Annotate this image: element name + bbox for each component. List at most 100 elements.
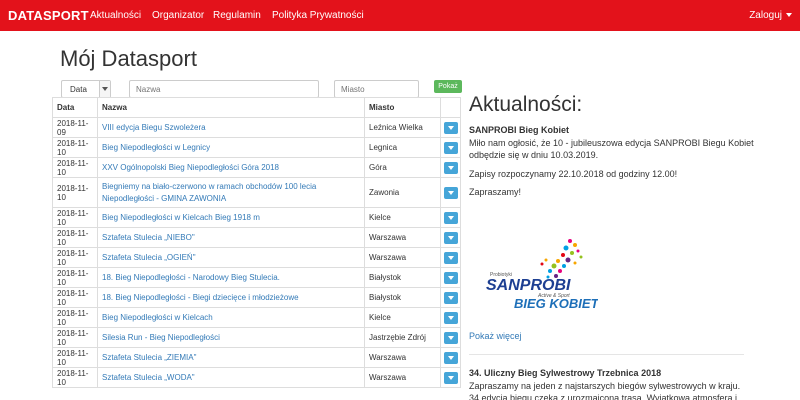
sanprobi-bieg-kobiet-logo: Probiotyki SANPROBI Active & Sport BIEG …: [486, 239, 598, 311]
news-headline[interactable]: 34. Uliczny Bieg Sylwestrowy Trzebnica 2…: [469, 368, 661, 378]
event-date: 2018-11-10: [52, 367, 98, 388]
show-more-link[interactable]: Pokaż więcej: [469, 331, 522, 341]
chevron-down-icon[interactable]: [99, 81, 110, 97]
nav-item-polityka[interactable]: Polityka Prywatności: [272, 10, 364, 21]
caret-down-icon: [786, 13, 792, 18]
chevron-down-icon[interactable]: [443, 351, 458, 364]
event-date: 2018-11-10: [52, 267, 98, 288]
event-date: 2018-11-10: [52, 207, 98, 228]
table-row: 2018-11-10 18. Bieg Niepodległości - Bieg…: [52, 287, 461, 308]
event-city: Warszawa: [364, 367, 441, 388]
name-search-input[interactable]: [129, 80, 319, 98]
header-name[interactable]: Nazwa: [97, 97, 365, 118]
event-date: 2018-11-10: [52, 227, 98, 248]
news-divider: [469, 354, 744, 355]
event-name-link[interactable]: 18. Bieg Niepodległości - Narodowy Bieg …: [97, 267, 365, 288]
chevron-down-icon[interactable]: [443, 291, 458, 304]
table-row: 2018-11-10 Sztafeta Stulecia „WODA" Warsza…: [52, 367, 461, 388]
event-name-link[interactable]: Sztafeta Stulecia „OGIEŃ": [97, 247, 365, 268]
chevron-down-icon[interactable]: [443, 251, 458, 264]
top-navbar: DATASPORT Aktualności Organizator Regula…: [0, 0, 800, 31]
event-name-link[interactable]: VIII edycja Biegu Szwoleżera: [97, 117, 365, 138]
chevron-down-icon[interactable]: [443, 141, 458, 154]
event-date: 2018-11-10: [52, 287, 98, 308]
event-date: 2018-11-09: [52, 117, 98, 138]
chevron-down-icon[interactable]: [443, 211, 458, 224]
brand-logo[interactable]: DATASPORT: [8, 8, 89, 23]
nav-item-aktualnosci[interactable]: Aktualności: [90, 10, 141, 21]
row-action-cell: [440, 177, 461, 208]
table-row: 2018-11-10 Bieg Niepodległości w Kielcach…: [52, 307, 461, 328]
chevron-down-icon[interactable]: [443, 186, 458, 199]
event-city: Legnica: [364, 137, 441, 158]
logo-event-text: BIEG KOBIET: [514, 296, 598, 311]
event-name-link[interactable]: Bieg Niepodległości w Kielcach: [97, 307, 365, 328]
event-name-link[interactable]: Bieg Niepodległości w Kielcach Bieg 1918…: [97, 207, 365, 228]
table-row: 2018-11-10 18. Bieg Niepodległości - Naro…: [52, 267, 461, 288]
header-city[interactable]: Miasto: [364, 97, 441, 118]
row-action-cell: [440, 157, 461, 178]
table-row: 2018-11-10 Sztafeta Stulecia „NIEBO" Warsz…: [52, 227, 461, 248]
chevron-down-icon[interactable]: [443, 161, 458, 174]
header-date[interactable]: Data: [52, 97, 98, 118]
row-action-cell: [440, 367, 461, 388]
row-action-cell: [440, 227, 461, 248]
table-row: 2018-11-10 Sztafeta Stulecia „ZIEMIA" Wars…: [52, 347, 461, 368]
event-date: 2018-11-10: [52, 177, 98, 208]
event-name-link[interactable]: 18. Bieg Niepodległości - Biegi dziecięc…: [97, 287, 365, 308]
event-city: Jastrzębie Zdrój: [364, 327, 441, 348]
event-date: 2018-11-10: [52, 157, 98, 178]
logo-brand-text: SANPROBI: [486, 277, 571, 294]
page-title: Mój Datasport: [60, 46, 197, 71]
row-action-cell: [440, 307, 461, 328]
event-date: 2018-11-10: [52, 247, 98, 268]
row-action-cell: [440, 207, 461, 228]
table-row: 2018-11-10 Silesia Run - Bieg Niepodległo…: [52, 327, 461, 348]
sort-select[interactable]: Data: [61, 80, 111, 98]
runner-icon: [540, 239, 583, 279]
event-name-link[interactable]: Silesia Run - Bieg Niepodległości: [97, 327, 365, 348]
events-table: Data Nazwa Miasto 2018-11-09 VIII edycja …: [52, 97, 461, 388]
news-headline[interactable]: SANPROBI Bieg Kobiet: [469, 125, 569, 135]
chevron-down-icon[interactable]: [443, 271, 458, 284]
event-city: Białystok: [364, 267, 441, 288]
city-search-input[interactable]: [334, 80, 419, 98]
chevron-down-icon[interactable]: [443, 231, 458, 244]
event-name-link[interactable]: Sztafeta Stulecia „ZIEMIA": [97, 347, 365, 368]
chevron-down-icon[interactable]: [443, 331, 458, 344]
row-action-cell: [440, 117, 461, 138]
event-name-link[interactable]: Sztafeta Stulecia „WODA": [97, 367, 365, 388]
event-date: 2018-11-10: [52, 327, 98, 348]
event-name-link[interactable]: Bieg Niepodległości w Legnicy: [97, 137, 365, 158]
event-city: Warszawa: [364, 227, 441, 248]
news-title: Aktualności:: [469, 93, 583, 116]
news-paragraph: Zapraszamy na jeden z najstarszych biegó…: [469, 381, 741, 400]
row-action-cell: [440, 327, 461, 348]
event-date: 2018-11-10: [52, 307, 98, 328]
table-row: 2018-11-10 XXV Ogólnopolski Bieg Niepodle…: [52, 157, 461, 178]
row-action-cell: [440, 137, 461, 158]
event-city: Leźnica Wielka: [364, 117, 441, 138]
event-city: Zawonia: [364, 177, 441, 208]
row-action-cell: [440, 247, 461, 268]
table-row: 2018-11-10 Bieg Niepodległości w Legnicy L…: [52, 137, 461, 158]
event-city: Kielce: [364, 307, 441, 328]
event-name-link[interactable]: Biegniemy na biało-czerwono w ramach obc…: [97, 177, 365, 208]
chevron-down-icon[interactable]: [443, 121, 458, 134]
login-dropdown[interactable]: Zaloguj: [749, 10, 792, 21]
event-city: Kielce: [364, 207, 441, 228]
show-button[interactable]: Pokaż: [434, 80, 462, 93]
chevron-down-icon[interactable]: [443, 371, 458, 384]
table-row: 2018-11-10 Bieg Niepodległości w Kielcach…: [52, 207, 461, 228]
row-action-cell: [440, 267, 461, 288]
event-name-link[interactable]: XXV Ogólnopolski Bieg Niepodległości Gór…: [97, 157, 365, 178]
news-paragraph: Zapraszamy!: [469, 187, 522, 197]
login-label: Zaloguj: [749, 10, 782, 21]
event-name-link[interactable]: Sztafeta Stulecia „NIEBO": [97, 227, 365, 248]
nav-item-organizator[interactable]: Organizator: [152, 10, 204, 21]
table-row: 2018-11-09 VIII edycja Biegu Szwoleżera Le…: [52, 117, 461, 138]
table-row: 2018-11-10 Biegniemy na biało-czerwono w …: [52, 177, 461, 208]
nav-item-regulamin[interactable]: Regulamin: [213, 10, 261, 21]
chevron-down-icon[interactable]: [443, 311, 458, 324]
sort-select-value: Data: [70, 85, 87, 94]
